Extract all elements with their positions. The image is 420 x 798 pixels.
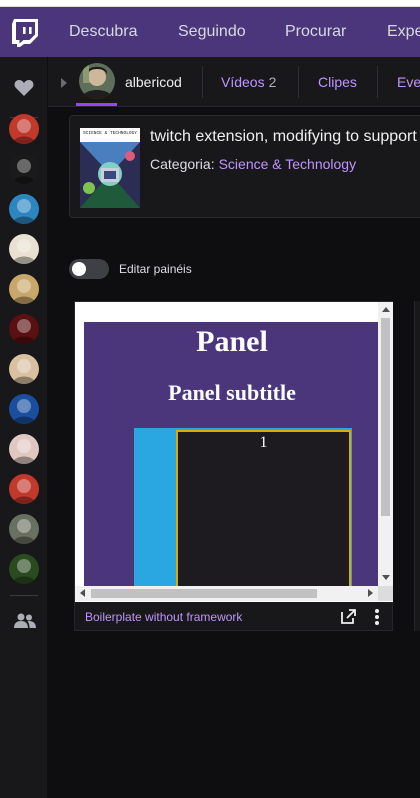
- twitch-logo-icon[interactable]: [12, 19, 38, 47]
- channel-header: albericod Vídeos 2 Clipes Eve: [48, 57, 420, 107]
- category-label: Categoria:: [150, 156, 215, 172]
- sidebar-avatar-followed-channel-6[interactable]: [9, 314, 39, 344]
- extension-iframe[interactable]: Panel Panel subtitle 1: [75, 302, 393, 602]
- category-row: Categoria: Science & Technology: [150, 156, 356, 172]
- scroll-down-arrow-icon[interactable]: [382, 575, 390, 580]
- extension-panel: Panel Panel subtitle 1 Boilerplate witho…: [74, 301, 393, 631]
- panel-box-number: 1: [259, 434, 268, 451]
- sidebar-avatar-followed-channel-9[interactable]: [9, 434, 39, 464]
- channel-name[interactable]: albericod: [125, 57, 182, 106]
- sidebar-avatar-followed-channel-2[interactable]: [9, 154, 39, 184]
- channel-main: albericod Vídeos 2 Clipes Eve SCIENCE & T…: [48, 57, 420, 798]
- horizontal-scroll-thumb[interactable]: [91, 589, 317, 598]
- nav-discover[interactable]: Descubra: [69, 7, 137, 57]
- panel-content: Panel Panel subtitle 1: [84, 322, 380, 592]
- scrollbar-corner: [378, 586, 393, 601]
- nav-browse[interactable]: Procurar: [285, 7, 346, 57]
- scroll-left-arrow-icon[interactable]: [80, 589, 85, 597]
- browser-top-strip: [0, 0, 420, 7]
- category-box-art[interactable]: SCIENCE & TECHNOLOGY: [80, 128, 140, 208]
- horizontal-scrollbar[interactable]: [75, 586, 378, 601]
- nav-esports[interactable]: Expe: [387, 7, 420, 57]
- heart-icon[interactable]: [14, 79, 34, 97]
- more-options-icon[interactable]: [374, 608, 380, 626]
- edit-panels-label: Editar painéis: [119, 262, 192, 276]
- category-link[interactable]: Science & Technology: [219, 156, 357, 172]
- top-navigation: Descubra Seguindo Procurar Expe: [0, 7, 420, 57]
- channel-active-underline: [76, 103, 117, 106]
- sidebar-avatar-followed-channel-10[interactable]: [9, 474, 39, 504]
- tab-videos-count: 2: [268, 74, 277, 90]
- vertical-scroll-thumb[interactable]: [381, 318, 390, 516]
- sidebar-avatar-followed-channel-11[interactable]: [9, 514, 39, 544]
- panel-dark-box: 1: [176, 430, 351, 592]
- tab-events[interactable]: Eve: [397, 57, 420, 106]
- popout-icon[interactable]: [341, 609, 356, 624]
- toggle-knob: [72, 262, 86, 276]
- sidebar-avatar-followed-channel-7[interactable]: [9, 354, 39, 384]
- panel-subtitle: Panel subtitle: [168, 380, 296, 405]
- sidebar-avatar-followed-channel-1[interactable]: [9, 114, 39, 144]
- stream-title: twitch extension, modifying to support: [150, 128, 417, 145]
- tab-divider: [377, 66, 378, 98]
- box-art-text: SCIENCE & TECHNOLOGY: [83, 130, 137, 136]
- nav-following[interactable]: Seguindo: [178, 7, 246, 57]
- channel-avatar[interactable]: [79, 63, 115, 99]
- channel-avatar-image: [79, 63, 115, 99]
- extension-name-link[interactable]: Boilerplate without framework: [85, 610, 242, 624]
- stream-info-card: SCIENCE & TECHNOLOGY twitch extension, m…: [69, 115, 420, 218]
- sidebar-avatar-followed-channel-4[interactable]: [9, 234, 39, 264]
- scroll-up-arrow-icon[interactable]: [382, 307, 390, 312]
- next-panel-edge: [414, 301, 420, 631]
- edit-panels-toggle[interactable]: [69, 259, 109, 279]
- sidebar-avatar-followed-channel-5[interactable]: [9, 274, 39, 304]
- tab-videos[interactable]: Vídeos 2: [221, 57, 277, 106]
- sidebar-divider: [10, 595, 38, 596]
- sidebar-avatar-followed-channel-12[interactable]: [9, 554, 39, 584]
- sidebar: [0, 57, 48, 798]
- vertical-scrollbar[interactable]: [378, 302, 393, 586]
- sidebar-avatar-followed-channel-8[interactable]: [9, 394, 39, 424]
- tab-clips[interactable]: Clipes: [318, 57, 357, 106]
- tab-divider: [298, 66, 299, 98]
- expand-caret-icon[interactable]: [61, 78, 67, 88]
- tab-divider: [202, 66, 203, 98]
- sidebar-avatar-followed-channel-3[interactable]: [9, 194, 39, 224]
- box-art-image: SCIENCE & TECHNOLOGY: [80, 128, 140, 208]
- scroll-right-arrow-icon[interactable]: [368, 589, 373, 597]
- panel-title: Panel: [196, 325, 268, 358]
- friends-icon[interactable]: [14, 613, 36, 629]
